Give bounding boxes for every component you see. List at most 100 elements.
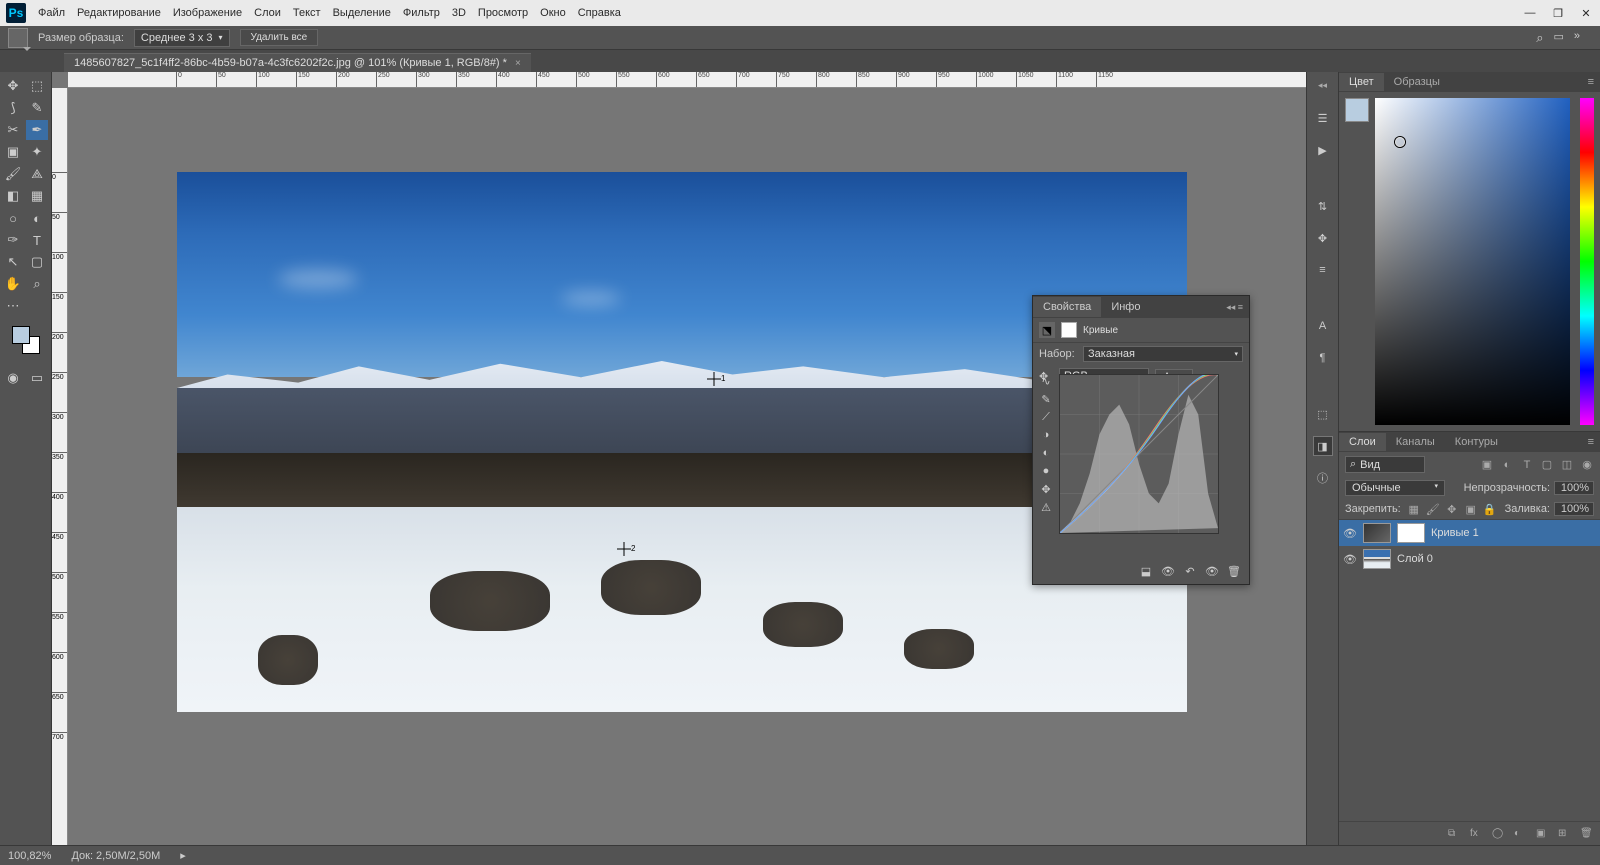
- eyedropper-tool[interactable]: ✒: [26, 120, 48, 140]
- marquee-tool[interactable]: ⬚: [26, 76, 48, 96]
- gray-point-tool[interactable]: ◐: [1039, 446, 1053, 460]
- pen-tool[interactable]: ✑: [2, 230, 24, 250]
- view-previous-icon[interactable]: 👁: [1161, 564, 1175, 578]
- layer-name[interactable]: Слой 0: [1397, 553, 1596, 565]
- tab-color[interactable]: Цвет: [1339, 73, 1384, 91]
- tab-layers[interactable]: Слои: [1339, 433, 1386, 451]
- filter-type-icon[interactable]: T: [1520, 458, 1534, 472]
- status-arrow-icon[interactable]: ▸: [180, 849, 186, 862]
- delete-adjustment-icon[interactable]: 🗑: [1227, 564, 1241, 578]
- menu-file[interactable]: Файл: [38, 7, 65, 19]
- layer-style-icon[interactable]: fx: [1470, 828, 1482, 839]
- white-point-tool[interactable]: ◑: [1039, 428, 1053, 442]
- shape-tool[interactable]: ▢: [26, 252, 48, 272]
- foreground-color[interactable]: [12, 326, 30, 344]
- spot-heal-tool[interactable]: ✦: [26, 142, 48, 162]
- hue-slider[interactable]: [1580, 98, 1594, 425]
- layer-row[interactable]: 👁 Слой 0: [1339, 546, 1600, 572]
- type-panel-icon[interactable]: A: [1314, 317, 1332, 335]
- paragraph-icon[interactable]: ✥: [1314, 229, 1332, 247]
- blend-mode-select[interactable]: Обычные: [1345, 480, 1445, 496]
- close-button[interactable]: ✕: [1572, 0, 1600, 26]
- history-icon[interactable]: ☰: [1314, 109, 1332, 127]
- tab-channels[interactable]: Каналы: [1386, 433, 1445, 451]
- curve-smooth-tool[interactable]: ⟋: [1039, 410, 1053, 424]
- menu-window[interactable]: Окно: [540, 7, 566, 19]
- quick-select-tool[interactable]: ✎: [26, 98, 48, 118]
- color-field[interactable]: [1375, 98, 1570, 425]
- menu-filter[interactable]: Фильтр: [403, 7, 440, 19]
- filter-pixel-icon[interactable]: ▣: [1480, 458, 1494, 472]
- filter-toggle[interactable]: ◉: [1580, 458, 1594, 472]
- maximize-button[interactable]: ❐: [1544, 0, 1572, 26]
- fill-input[interactable]: 100%: [1554, 502, 1594, 516]
- info-icon[interactable]: ⓘ: [1314, 469, 1332, 487]
- workspace-switcher-icon[interactable]: ▭: [1553, 30, 1563, 46]
- dodge-tool[interactable]: ◐: [26, 208, 48, 228]
- color-preview[interactable]: [1345, 98, 1369, 122]
- adjustment-layer-icon[interactable]: ◐: [1514, 828, 1526, 839]
- type-tool[interactable]: T: [26, 230, 48, 250]
- layer-thumbnail[interactable]: [1363, 523, 1391, 543]
- minimize-button[interactable]: —: [1516, 0, 1544, 26]
- edit-toolbar[interactable]: ⋯: [2, 296, 24, 316]
- visibility-toggle[interactable]: 👁: [1343, 553, 1357, 566]
- current-tool-icon[interactable]: [8, 28, 28, 48]
- quickmask-tool[interactable]: ◉: [2, 368, 24, 388]
- screenmode-tool[interactable]: ▭: [26, 368, 48, 388]
- tab-paths[interactable]: Контуры: [1445, 433, 1508, 451]
- collapse-icon[interactable]: ◂◂ ≡: [1220, 302, 1249, 313]
- lock-all-icon[interactable]: 🔒: [1483, 502, 1497, 516]
- menu-3d[interactable]: 3D: [452, 7, 466, 19]
- toggle-visibility-icon[interactable]: 👁: [1205, 564, 1219, 578]
- tab-info[interactable]: Инфо: [1101, 297, 1150, 317]
- group-icon[interactable]: ▣: [1536, 828, 1548, 839]
- lock-position-icon[interactable]: ✥: [1445, 502, 1459, 516]
- curve-point-tool[interactable]: ∿: [1039, 374, 1053, 388]
- eraser-tool[interactable]: ◧: [2, 186, 24, 206]
- layer-thumbnail[interactable]: [1363, 549, 1391, 569]
- character-icon[interactable]: ⇅: [1314, 197, 1332, 215]
- blur-tool[interactable]: ○: [2, 208, 24, 228]
- delete-layer-icon[interactable]: 🗑: [1580, 828, 1592, 839]
- opacity-input[interactable]: 100%: [1554, 481, 1594, 495]
- move-tool[interactable]: ✥: [2, 76, 24, 96]
- mask-icon[interactable]: [1061, 322, 1077, 338]
- curve-draw-tool[interactable]: ✎: [1039, 392, 1053, 406]
- panel-menu-icon[interactable]: ≡: [1582, 76, 1600, 88]
- 3d-icon[interactable]: ⬚: [1314, 405, 1332, 423]
- preset-select[interactable]: Заказная: [1083, 346, 1243, 362]
- close-tab-icon[interactable]: ×: [515, 58, 521, 69]
- menu-view[interactable]: Просмотр: [478, 7, 528, 19]
- layer-name[interactable]: Кривые 1: [1431, 527, 1596, 539]
- zoom-tool[interactable]: ⌕: [26, 274, 48, 294]
- glyphs-icon[interactable]: ≡: [1314, 261, 1332, 279]
- doc-size[interactable]: Док: 2,50M/2,50M: [71, 850, 160, 862]
- clone-tool[interactable]: ⟁: [26, 164, 48, 184]
- menu-help[interactable]: Справка: [578, 7, 621, 19]
- lock-pixels-icon[interactable]: 🖌: [1426, 502, 1440, 516]
- para-panel-icon[interactable]: ¶: [1314, 349, 1332, 367]
- menu-edit[interactable]: Редактирование: [77, 7, 161, 19]
- mask-thumbnail[interactable]: [1397, 523, 1425, 543]
- actions-icon[interactable]: ▶: [1314, 141, 1332, 159]
- filter-smart-icon[interactable]: ◫: [1560, 458, 1574, 472]
- lasso-tool[interactable]: ⟆: [2, 98, 24, 118]
- crop-tool[interactable]: ✂: [2, 120, 24, 140]
- frame-tool[interactable]: ▣: [2, 142, 24, 162]
- menu-image[interactable]: Изображение: [173, 7, 242, 19]
- document-tab[interactable]: 1485607827_5c1f4ff2-86bc-4b59-b07a-4c3fc…: [64, 53, 531, 72]
- hand-tool[interactable]: ✋: [2, 274, 24, 294]
- path-tool[interactable]: ↖: [2, 252, 24, 272]
- menu-type[interactable]: Текст: [293, 7, 321, 19]
- zoom-level[interactable]: 100,82%: [8, 850, 51, 862]
- brush-tool[interactable]: 🖌: [2, 164, 24, 184]
- menu-layer[interactable]: Слои: [254, 7, 281, 19]
- sample-size-select[interactable]: Среднее 3 x 3: [134, 29, 230, 47]
- visibility-toggle[interactable]: 👁: [1343, 527, 1357, 540]
- curve-options-icon[interactable]: ✥: [1039, 482, 1053, 496]
- tab-properties[interactable]: Свойства: [1033, 297, 1101, 317]
- curves-graph[interactable]: [1059, 374, 1219, 534]
- tab-swatches[interactable]: Образцы: [1384, 73, 1450, 91]
- panel-menu-icon[interactable]: »: [1574, 30, 1580, 46]
